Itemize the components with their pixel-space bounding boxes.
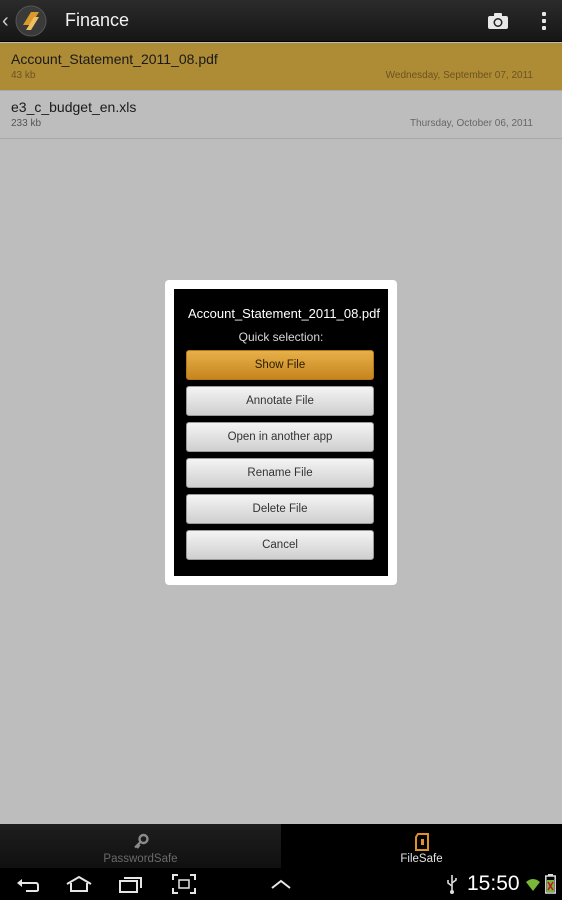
tab-label: PasswordSafe [103,853,178,865]
camera-button[interactable] [478,0,518,42]
file-list: Account_Statement_2011_08.pdf 43 kb Wedn… [0,43,562,139]
bottom-tab-bar: PasswordSafe FileSafe [0,824,562,868]
home-icon [66,875,92,892]
screenshot-icon [172,874,196,894]
file-row[interactable]: e3_c_budget_en.xls 233 kb Thursday, Octo… [0,91,562,139]
camera-icon [488,12,508,29]
tab-label: FileSafe [400,853,443,865]
recent-apps-icon [119,877,142,893]
page-title: Finance [65,10,130,30]
chevron-up-icon [271,879,291,889]
show-file-button[interactable]: Show File [186,350,374,380]
quick-selection-dialog: Account_Statement_2011_08.pdf Quick sele… [165,280,397,585]
sd-card-icon [414,833,429,851]
file-name: Account_Statement_2011_08.pdf [11,51,218,67]
back-arrow-icon [17,879,39,892]
file-row[interactable]: Account_Statement_2011_08.pdf 43 kb Wedn… [0,43,562,91]
key-icon [133,833,149,849]
wifi-icon [525,872,541,896]
show-notifications-button[interactable] [268,872,294,896]
battery-icon [543,872,557,896]
file-date: Wednesday, September 07, 2011 [385,70,533,81]
tab-passwordsafe[interactable]: PasswordSafe [0,824,281,868]
recent-apps-button[interactable] [117,872,145,896]
usb-icon [444,872,460,896]
tab-filesafe[interactable]: FileSafe [281,824,562,868]
system-bar: 15:50 [0,868,562,900]
filesafe-logo-icon[interactable] [14,4,48,38]
file-date: Thursday, October 06, 2011 [409,118,533,129]
file-size: 233 kb [11,118,42,129]
annotate-file-button[interactable]: Annotate File [186,386,374,416]
file-name: e3_c_budget_en.xls [11,99,137,115]
back-button[interactable] [14,872,42,896]
action-bar: ‹ Finance [0,0,562,42]
rename-file-button[interactable]: Rename File [186,458,374,488]
clock: 15:50 [467,872,520,895]
back-chevron-icon[interactable]: ‹ [2,0,12,42]
delete-file-button[interactable]: Delete File [186,494,374,524]
dialog-body: Account_Statement_2011_08.pdf Quick sele… [174,289,388,576]
overflow-menu-icon[interactable] [526,0,562,42]
open-in-another-app-button[interactable]: Open in another app [186,422,374,452]
dialog-title: Account_Statement_2011_08.pdf [187,306,381,321]
home-button[interactable] [64,872,94,896]
screenshot-button[interactable] [171,872,197,896]
dialog-subtitle: Quick selection: [238,330,324,344]
cancel-button[interactable]: Cancel [186,530,374,560]
file-size: 43 kb [11,70,36,81]
